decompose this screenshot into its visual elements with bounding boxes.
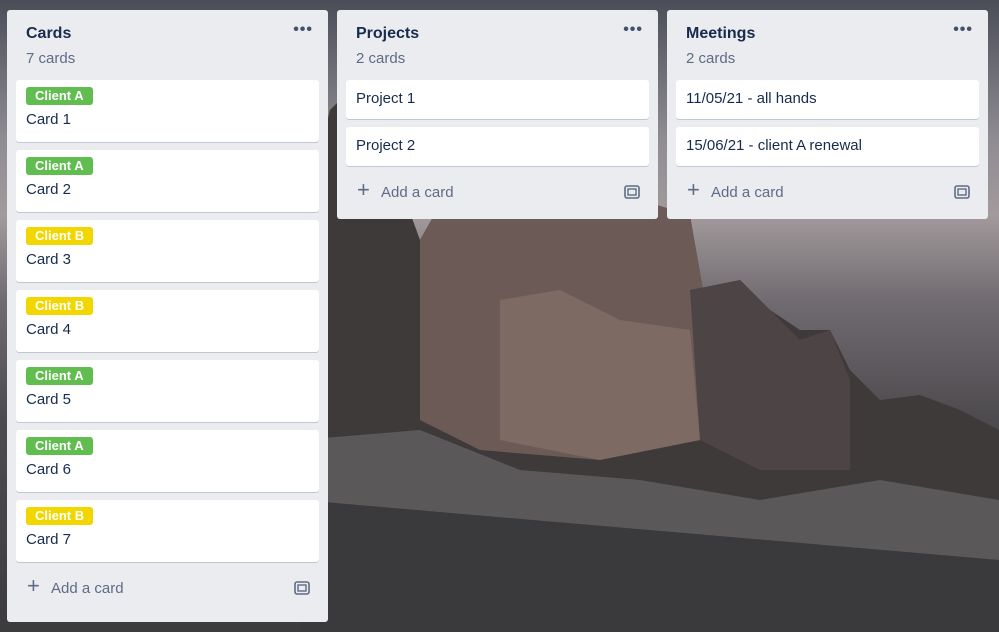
- add-card-button[interactable]: + Add a card: [676, 174, 979, 214]
- add-card-label: Add a card: [51, 580, 124, 597]
- list-header: Cards 7 cards •••: [16, 10, 319, 80]
- card[interactable]: Client B Card 7: [16, 500, 319, 562]
- card-title: Card 4: [26, 321, 72, 338]
- more-horizontal-icon[interactable]: •••: [623, 22, 643, 38]
- card-title: Card 6: [26, 461, 72, 478]
- list-header: Projects 2 cards •••: [346, 10, 649, 80]
- add-card-button[interactable]: + Add a card: [346, 174, 649, 214]
- more-horizontal-icon[interactable]: •••: [293, 22, 313, 38]
- card-title: Card 1: [26, 111, 72, 128]
- card[interactable]: Client A Card 5: [16, 360, 319, 422]
- card-template-icon[interactable]: [623, 184, 641, 200]
- list-card-count: 2 cards: [356, 50, 406, 67]
- add-card-label: Add a card: [381, 184, 454, 201]
- card-template-icon[interactable]: [293, 580, 311, 596]
- list-title[interactable]: Projects: [356, 25, 419, 43]
- card-label: Client A: [26, 87, 93, 105]
- list-projects: Projects 2 cards ••• Project 1 Project 2…: [337, 10, 658, 219]
- list-header: Meetings 2 cards •••: [676, 10, 979, 80]
- card[interactable]: 11/05/21 - all hands: [676, 80, 979, 119]
- card-title: 11/05/21 - all hands: [686, 90, 817, 107]
- card-title: Card 2: [26, 181, 72, 198]
- list-card-count: 2 cards: [686, 50, 736, 67]
- card-label: Client A: [26, 367, 93, 385]
- plus-icon: +: [687, 177, 700, 202]
- card-title: Card 5: [26, 391, 72, 408]
- card-template-icon[interactable]: [953, 184, 971, 200]
- card[interactable]: Client B Card 4: [16, 290, 319, 352]
- card-label: Client A: [26, 157, 93, 175]
- card-label: Client B: [26, 297, 94, 315]
- card[interactable]: Client A Card 2: [16, 150, 319, 212]
- card[interactable]: Client A Card 1: [16, 80, 319, 142]
- card-title: Card 7: [26, 531, 72, 548]
- plus-icon: +: [357, 177, 370, 202]
- card-title: 15/06/21 - client A renewal: [686, 137, 862, 154]
- card-label: Client B: [26, 507, 94, 525]
- list-cards: Cards 7 cards ••• Client A Card 1 Client…: [7, 10, 328, 622]
- card[interactable]: Project 2: [346, 127, 649, 166]
- list-card-count: 7 cards: [26, 50, 76, 67]
- card-label: Client B: [26, 227, 94, 245]
- card[interactable]: 15/06/21 - client A renewal: [676, 127, 979, 166]
- list-title[interactable]: Cards: [26, 25, 71, 43]
- list-title[interactable]: Meetings: [686, 25, 755, 43]
- add-card-label: Add a card: [711, 184, 784, 201]
- card-title: Card 3: [26, 251, 72, 268]
- add-card-button[interactable]: + Add a card: [16, 570, 319, 610]
- list-meetings: Meetings 2 cards ••• 11/05/21 - all hand…: [667, 10, 988, 219]
- card[interactable]: Project 1: [346, 80, 649, 119]
- card[interactable]: Client A Card 6: [16, 430, 319, 492]
- card-title: Project 1: [356, 90, 416, 107]
- card[interactable]: Client B Card 3: [16, 220, 319, 282]
- more-horizontal-icon[interactable]: •••: [953, 22, 973, 38]
- card-label: Client A: [26, 437, 93, 455]
- plus-icon: +: [27, 573, 40, 598]
- card-title: Project 2: [356, 137, 416, 154]
